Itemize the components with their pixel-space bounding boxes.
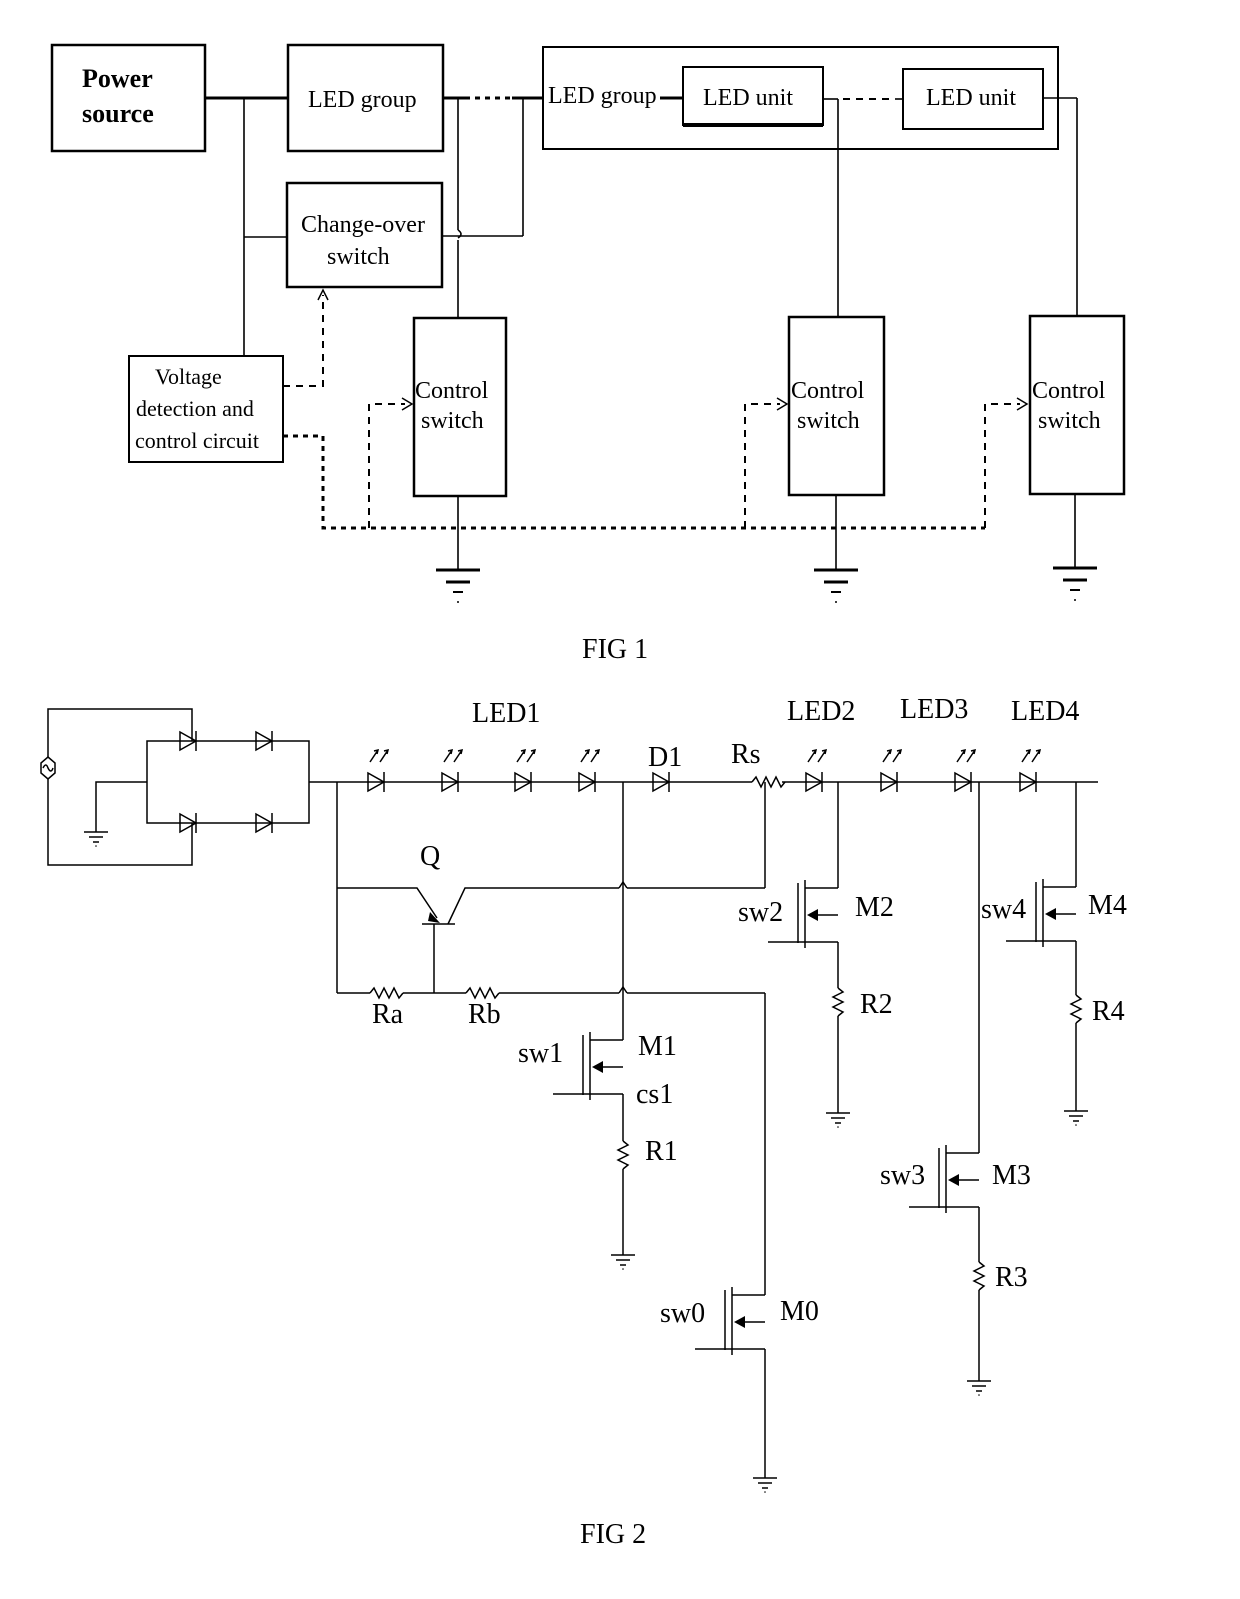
- fig1: Power source LED group LED group LED uni…: [50, 43, 1126, 665]
- led1-string: [367, 749, 600, 793]
- led-unit-label-2: LED unit: [926, 85, 1016, 111]
- control-switch-3: Control switch: [1028, 314, 1126, 496]
- r3-label: R3: [995, 1262, 1028, 1293]
- changeover-switch-block: Change-over switch: [285, 181, 444, 289]
- r2-label: R2: [860, 989, 893, 1020]
- sw0-label: sw0: [660, 1298, 705, 1329]
- rs-label: Rs: [731, 739, 761, 770]
- r1-label: R1: [645, 1136, 678, 1167]
- mosfet-m0: sw0 M0: [660, 1286, 819, 1494]
- led2-4-strings: [805, 749, 1041, 793]
- m2-label: M2: [855, 892, 894, 923]
- led3-label: LED3: [900, 694, 968, 725]
- power-source-label-line1: Power: [82, 64, 153, 93]
- control-switch-2-line1: Control: [791, 378, 865, 404]
- m4-label: M4: [1088, 890, 1127, 921]
- led-unit-label-1: LED unit: [703, 85, 793, 111]
- m3-label: M3: [992, 1160, 1031, 1191]
- fig1-control-signals: [283, 288, 1029, 530]
- led-group-label-1: LED group: [308, 87, 417, 113]
- bridge-rectifier: [83, 730, 310, 848]
- power-source-block: Power source: [50, 43, 207, 153]
- d1-label: D1: [648, 742, 682, 773]
- control-switch-2-line2: switch: [797, 408, 860, 434]
- control-switch-2: Control switch: [787, 315, 886, 497]
- fig2-caption: FIG 2: [580, 1519, 646, 1550]
- m1-label: M1: [638, 1031, 677, 1062]
- control-switch-1-line2: switch: [421, 408, 484, 434]
- m0-label: M0: [780, 1296, 819, 1327]
- mosfet-m3: sw3 M3 R3: [880, 782, 1031, 1397]
- q-label: Q: [420, 841, 440, 872]
- led-group-label-2: LED group: [548, 83, 657, 109]
- control-switch-3-line2: switch: [1038, 408, 1101, 434]
- led2-label: LED2: [787, 696, 855, 727]
- changeover-label-line2: switch: [327, 244, 390, 270]
- sw4-label: sw4: [981, 894, 1026, 925]
- patent-drawing: Power source LED group LED group LED uni…: [40, 43, 1127, 1550]
- rb-label: Rb: [468, 999, 501, 1030]
- mosfet-m2: sw2 M2 R2: [738, 782, 894, 1129]
- led1-label: LED1: [472, 698, 540, 729]
- changeover-label-line1: Change-over: [301, 212, 425, 238]
- led-group-block-1: LED group: [286, 43, 445, 153]
- r4-label: R4: [1092, 996, 1125, 1027]
- sw3-label: sw3: [880, 1160, 925, 1191]
- led4-label: LED4: [1011, 696, 1079, 727]
- voltage-label-line2: detection and: [136, 396, 254, 421]
- mosfet-m1: sw1 M1 cs1 R1: [518, 782, 678, 1271]
- sw1-label: sw1: [518, 1038, 563, 1069]
- sw2-label: sw2: [738, 897, 783, 928]
- fig1-caption: FIG 1: [582, 634, 648, 665]
- mosfet-m4: sw4 M4 R4: [981, 782, 1127, 1127]
- ac-source: [40, 708, 193, 866]
- fig2: LED1 LED2 LED3 LED4 D1 Rs Q Ra Rb sw1 M1…: [40, 694, 1127, 1550]
- control-switch-1: Control switch: [412, 316, 508, 498]
- control-switch-3-line1: Control: [1032, 378, 1106, 404]
- control-switch-1-line1: Control: [415, 378, 489, 404]
- ra-label: Ra: [372, 999, 404, 1030]
- voltage-detection-block: Voltage detection and control circuit: [128, 355, 284, 463]
- cs1-label: cs1: [636, 1079, 673, 1110]
- power-source-label-line2: source: [82, 99, 154, 128]
- voltage-label-line3: control circuit: [135, 428, 259, 453]
- voltage-label-line1: Voltage: [155, 364, 222, 389]
- led-group-block-2: LED group LED unit LED unit: [542, 46, 1059, 150]
